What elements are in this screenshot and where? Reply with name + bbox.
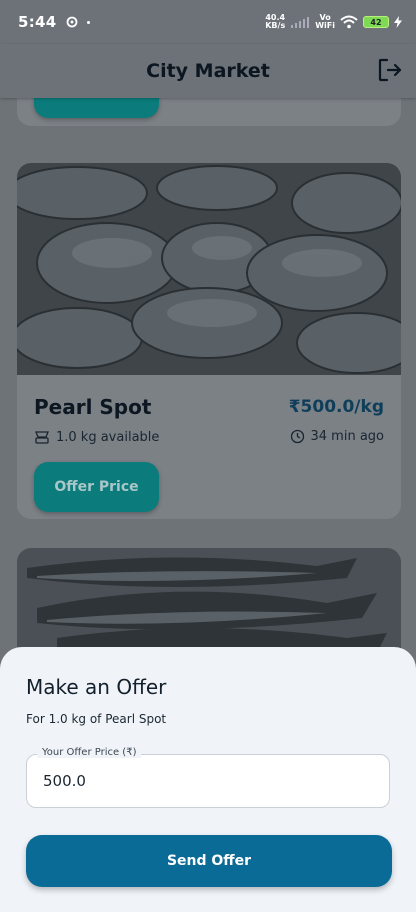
status-bar: 5:44 40.4 KB/s Vo WiFi 42 <box>0 0 416 44</box>
logout-icon[interactable] <box>376 56 404 84</box>
signal-icon <box>291 17 310 28</box>
app-title: City Market <box>146 60 270 82</box>
offer-price-input[interactable] <box>27 755 389 807</box>
offer-price-button[interactable]: Offer Price <box>34 98 159 118</box>
charging-icon <box>394 16 402 28</box>
status-time: 5:44 <box>18 13 57 31</box>
make-offer-sheet: Make an Offer For 1.0 kg of Pearl Spot Y… <box>0 647 416 912</box>
fish-name: Pearl Spot <box>34 395 152 419</box>
sheet-subtitle: For 1.0 kg of Pearl Spot <box>26 712 167 726</box>
vowifi-indicator: Vo WiFi <box>315 13 335 30</box>
network-speed: 40.4 KB/s <box>265 13 286 30</box>
offer-price-field[interactable]: Your Offer Price (₹) <box>26 747 390 808</box>
quantity-info: 1.0 kg available <box>34 429 159 445</box>
notification-dot-icon <box>86 20 90 24</box>
offer-price-button[interactable]: Offer Price <box>34 462 159 512</box>
clock-icon <box>290 429 304 444</box>
send-offer-button[interactable]: Send Offer <box>26 835 392 887</box>
wifi-icon <box>340 15 358 29</box>
posted-time-info: 34 min ago <box>290 429 385 444</box>
listing-card: Offer Price <box>17 98 401 126</box>
sheet-title: Make an Offer <box>26 675 167 699</box>
fish-photo <box>17 163 401 375</box>
battery-icon: 42 <box>363 16 389 28</box>
app-bar: City Market <box>0 44 416 98</box>
fish-price: ₹500.0/kg <box>288 397 384 417</box>
settings-status-icon <box>66 16 77 28</box>
listing-card-pearl-spot: Pearl Spot ₹500.0/kg 1.0 kg available 34… <box>17 163 401 519</box>
posted-time-text: 34 min ago <box>310 429 385 444</box>
weight-scale-icon <box>35 431 49 444</box>
quantity-text: 1.0 kg available <box>56 429 160 445</box>
